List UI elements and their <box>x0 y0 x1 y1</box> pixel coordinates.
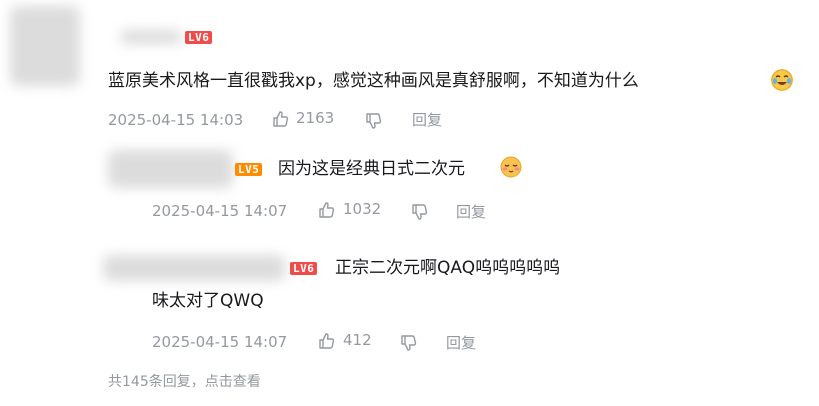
reply-text-line2: 味太对了QWQ <box>152 291 264 311</box>
reply-timestamp: 2025-04-15 14:07 <box>152 202 288 220</box>
dislike-icon[interactable] <box>411 203 429 221</box>
dislike-icon[interactable] <box>400 334 418 352</box>
view-more-replies-link[interactable]: 共145条回复，点击查看 <box>108 372 261 392</box>
level-badge: LV5 <box>235 163 263 176</box>
like-count: 2163 <box>296 109 335 127</box>
reply-avatar-username-redacted[interactable] <box>108 150 233 188</box>
like-icon[interactable] <box>318 201 336 219</box>
like-icon[interactable] <box>272 110 290 128</box>
crying-laughing-emoji <box>771 69 793 91</box>
reply-button[interactable]: 回复 <box>456 202 486 222</box>
reply-button[interactable]: 回复 <box>412 110 442 130</box>
comment-text: 蓝原美术风格一直很戳我xp，感觉这种画风是真舒服啊，不知道为什么 <box>108 71 639 91</box>
avatar[interactable] <box>10 6 80 86</box>
like-count: 412 <box>343 331 372 349</box>
reply-text: 因为这是经典日式二次元 <box>278 159 465 179</box>
dislike-icon[interactable] <box>365 112 383 130</box>
reply-timestamp: 2025-04-15 14:07 <box>152 333 288 351</box>
username-redacted[interactable] <box>120 30 182 44</box>
like-count: 1032 <box>343 200 382 218</box>
level-badge: LV6 <box>185 31 213 44</box>
comment-timestamp: 2025-04-15 14:03 <box>108 111 244 129</box>
reply-button[interactable]: 回复 <box>446 333 476 353</box>
level-badge: LV6 <box>290 262 318 275</box>
reply-text: 正宗二次元啊QAQ呜呜呜呜呜 <box>335 258 561 278</box>
like-icon[interactable] <box>318 332 336 350</box>
reply-avatar-username-redacted[interactable] <box>103 255 285 281</box>
blushing-face-emoji <box>500 156 522 178</box>
